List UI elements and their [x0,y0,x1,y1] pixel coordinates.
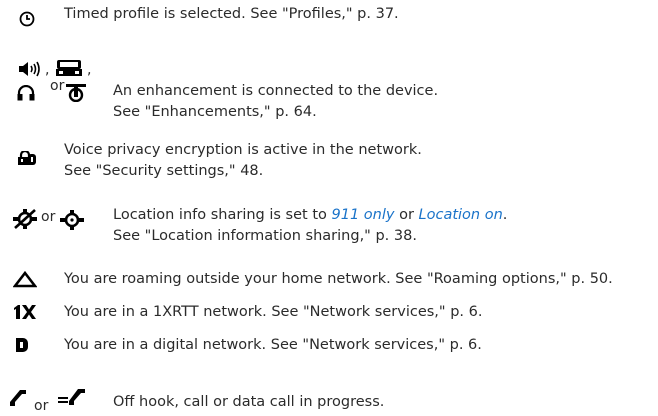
digital-network-icon [16,338,28,352]
voice-privacy-text-2: See "Security settings," 48. [64,163,264,179]
clock-icon [18,10,36,28]
location-text-2: See "Location information sharing," p. 3… [113,228,417,244]
or-separator: or [50,78,65,94]
enhancement-text-2: See "Enhancements," p. 64. [113,104,317,120]
link-location-on[interactable]: Location on [419,207,503,223]
location-off-icon [12,209,38,229]
1x-network-icon [13,305,37,319]
voice-privacy-text-1: Voice privacy encryption is active in th… [64,142,422,158]
voice-privacy-lock-icon [18,151,36,165]
loudspeaker-icon [18,61,44,77]
data-call-icon [58,389,86,405]
location-text-1: Location info sharing is set to 911 only… [113,207,508,223]
timed-profile-text: Timed profile is selected. See "Profiles… [64,6,399,22]
link-911-only[interactable]: 911 only [332,207,395,223]
roaming-triangle-icon [13,271,37,288]
enhancement-text-1: An enhancement is connected to the devic… [113,83,439,99]
or-separator: or [34,398,49,414]
roaming-text: You are roaming outside your home networ… [64,271,613,287]
car-kit-icon [55,58,85,78]
location-on-icon [60,210,84,230]
off-hook-text: Off hook, call or data call in progress. [113,394,385,410]
or-separator: or [41,209,56,225]
1xrtt-text: You are in a 1XRTT network. See "Network… [64,304,483,320]
handset-icon [10,390,26,406]
loopset-icon [66,84,86,102]
digital-text: You are in a digital network. See "Netwo… [64,337,482,353]
headset-icon [17,85,35,101]
